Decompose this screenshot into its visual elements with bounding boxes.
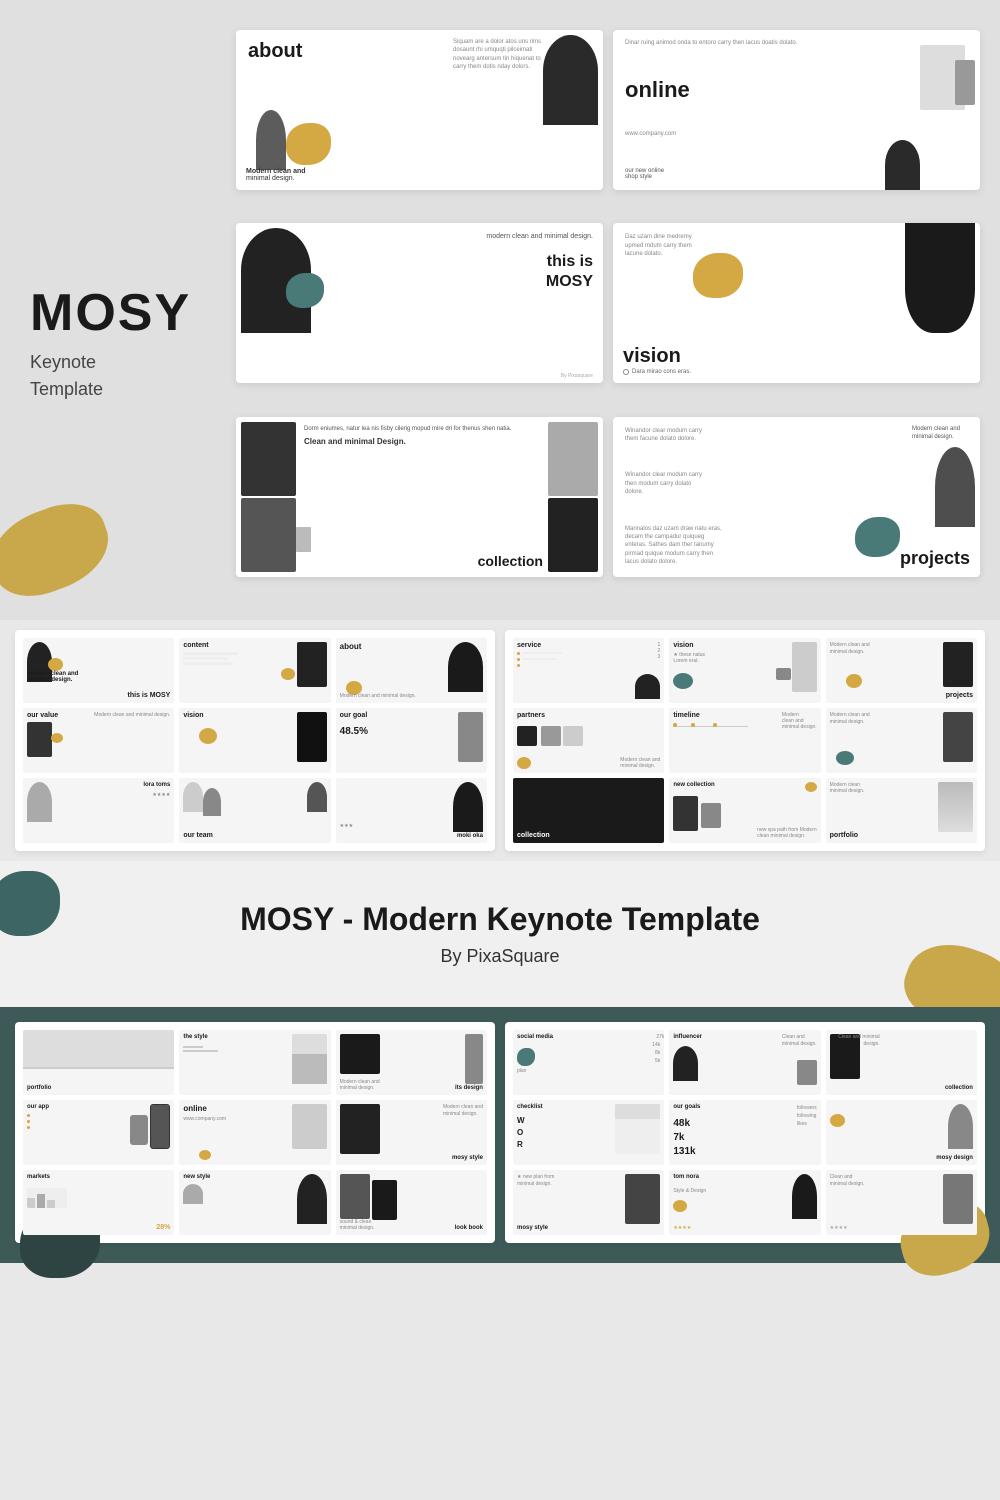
slide-about: about Siquam are a dolor atos uns rims d… (236, 30, 603, 190)
thumb-influencer: influencer Clean andminimal design. (669, 1030, 820, 1095)
thumb-empty: Modern clean andminimal design. (826, 708, 977, 773)
thumb-group-bottom-right: social media plan 27k 14k 8k 5k influenc… (505, 1022, 985, 1243)
blob-gold-about (286, 123, 331, 165)
thumb-mosy-style-b: mosy style Modern clean andminimal desig… (336, 1100, 487, 1165)
section-banner: MOSY - Modern Keynote Template By PixaSq… (0, 861, 1000, 1007)
section-banner-wrap: MOSY - Modern Keynote Template By PixaSq… (0, 861, 1000, 1007)
thumb-collection-b: collection Clean and minimal design. (826, 1030, 977, 1095)
brand-title: MOSY (30, 287, 220, 339)
thumb-content: content (179, 638, 330, 703)
photo-person-about (543, 35, 598, 125)
thumb-this-is-mosy: modern clean andminimal design. this is … (23, 638, 174, 703)
section-hero: MOSY Keynote Template about Siquam are a… (0, 0, 1000, 620)
thumb-vision-right: vision ★ these natusLorem erat. (669, 638, 820, 703)
section-bottom: portfolio the style its design Modern cl… (0, 1007, 1000, 1263)
thumb-grid-bottom-right: social media plan 27k 14k 8k 5k influenc… (513, 1030, 977, 1235)
thumb-lora-toms: lora toms ★★★★ (23, 778, 174, 843)
thumb-our-app: our app (23, 1100, 174, 1165)
slide-vision: Daz uzam dine medremy upmed mdum carry t… (613, 223, 980, 383)
thumb-new-collection: new collection new spa path from Modernc… (669, 778, 820, 843)
thumb-grid-left: modern clean andminimal design. this is … (23, 638, 487, 843)
banner-by: By PixaSquare (20, 946, 980, 967)
thumb-its-design: its design Modern clean andminimal desig… (336, 1030, 487, 1095)
brand-subtitle: Keynote Template (30, 349, 220, 403)
thumb-look-book: look book sound & cleanminimal design. (336, 1170, 487, 1235)
thumb-group-bottom-left: portfolio the style its design Modern cl… (15, 1022, 495, 1243)
thumb-the-style: the style (179, 1030, 330, 1095)
section-mid: modern clean andminimal design. this is … (0, 620, 1000, 861)
thumb-moki-oka: moki oka ★★★ (336, 778, 487, 843)
thumb-partners: partners Modern clean andminimal design. (513, 708, 664, 773)
thumb-mosy-style-c: ★ new plan fromminimal design. mosy styl… (513, 1170, 664, 1235)
thumb-online-b: online www.company.com (179, 1100, 330, 1165)
thumb-checklist: checklist W O R (513, 1100, 664, 1165)
slide-this-is: modern clean and minimal design. this is… (236, 223, 603, 383)
thumb-collection-face: collection (513, 778, 664, 843)
thumb-grid-right: service 1 2 3 vision ★ these natusLorem … (513, 638, 977, 843)
slide-collection: Dorm eniumes, natur lea nis fisby cileri… (236, 417, 603, 577)
thumb-portfolio-b: portfolio (23, 1030, 174, 1095)
thumb-group-left: modern clean andminimal design. this is … (15, 630, 495, 851)
thumb-our-goals: our goals 48k 7k 131k followersfollowing… (669, 1100, 820, 1165)
thumb-our-value: our value Modern clean and minimal desig… (23, 708, 174, 773)
banner-title: MOSY - Modern Keynote Template (20, 901, 980, 938)
thumb-social-media: social media plan 27k 14k 8k 5k (513, 1030, 664, 1095)
thumb-grid-bottom-left: portfolio the style its design Modern cl… (23, 1030, 487, 1235)
thumb-about: about Modern clean and minimal design. (336, 638, 487, 703)
thumb-stars-empty: Clean andminimal design. ★★★★ (826, 1170, 977, 1235)
thumb-new-style: new style (179, 1170, 330, 1235)
thumb-group-right: service 1 2 3 vision ★ these natusLorem … (505, 630, 985, 851)
thumb-service: service 1 2 3 (513, 638, 664, 703)
slides-grid-top: about Siquam are a dolor atos uns rims d… (236, 30, 980, 600)
slide-online: Dinar ruing animod onda to entoro carry … (613, 30, 980, 190)
thumb-markets: markets 28% (23, 1170, 174, 1235)
thumb-portfolio: portfolio Modern cleanminimal design. (826, 778, 977, 843)
thumb-mosy-design: mosy design (826, 1100, 977, 1165)
thumb-projects-right: projects Modern clean andminimal design. (826, 638, 977, 703)
thumb-vision: vision (179, 708, 330, 773)
thumb-our-team: our team (179, 778, 330, 843)
slide-projects: Winandor clear modum carry them facune d… (613, 417, 980, 577)
thumb-our-goal: our goal 48.5% (336, 708, 487, 773)
thumb-timeline: timeline Modernclean andminimal design. (669, 708, 820, 773)
thumb-tom-nora: tom nora Style & Design ★★★★ (669, 1170, 820, 1235)
